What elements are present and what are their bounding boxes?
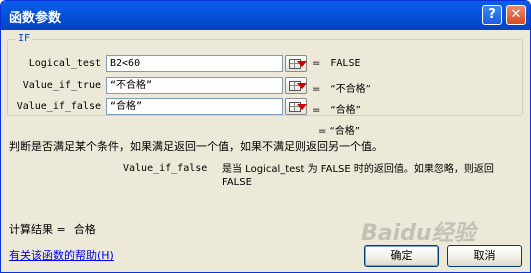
argument-name: Value_if_false bbox=[123, 163, 208, 174]
value-if-true-ref-button[interactable] bbox=[285, 77, 307, 94]
value-if-true-result: = “不合格” bbox=[312, 84, 371, 95]
value-if-false-input[interactable]: “合格” bbox=[106, 98, 283, 115]
function-description: 判断是否满足某个条件，如果满足返回一个值，如果不满足则返回另一个值。 bbox=[9, 140, 383, 153]
calc-result: 计算结果 = 合格 bbox=[9, 221, 96, 237]
logical-test-input[interactable]: B2<60 bbox=[106, 55, 283, 72]
argument-description: 是当 Logical_test 为 FALSE 时的返回值。如果忽略，则返回 F… bbox=[222, 164, 494, 188]
value-if-false-ref-button[interactable] bbox=[285, 98, 307, 115]
cancel-button[interactable]: 取消 bbox=[447, 245, 522, 267]
value-if-false-result: = “合格” bbox=[312, 105, 361, 116]
dialog-title: 函数参数 bbox=[9, 11, 62, 26]
value-if-true-input[interactable]: “不合格” bbox=[106, 77, 283, 94]
param-label-value-if-false: Value_if_false bbox=[16, 101, 101, 112]
close-button[interactable]: ✕ bbox=[506, 5, 526, 25]
calc-result-label: 计算结果 = bbox=[9, 223, 66, 236]
logical-test-result: = FALSE bbox=[312, 58, 361, 69]
watermark-logo: Baidu经验 bbox=[361, 221, 476, 246]
title-bar[interactable]: 函数参数 ? ✕ bbox=[1, 1, 530, 30]
ok-button[interactable]: 确定 bbox=[364, 245, 439, 267]
param-label-value-if-true: Value_if_true bbox=[22, 80, 101, 91]
logical-test-ref-button[interactable] bbox=[285, 55, 307, 72]
calc-result-value: 合格 bbox=[73, 223, 96, 236]
help-button[interactable]: ? bbox=[482, 5, 502, 25]
function-name: IF bbox=[16, 33, 33, 44]
function-arguments-dialog: 函数参数 ? ✕ IF Logical_test B2<60 = FALSE Va… bbox=[0, 0, 531, 273]
function-help-link[interactable]: 有关该函数的帮助(H) bbox=[9, 247, 114, 263]
param-label-logical-test: Logical_test bbox=[28, 58, 101, 69]
formula-result: = “合格” bbox=[318, 126, 360, 137]
